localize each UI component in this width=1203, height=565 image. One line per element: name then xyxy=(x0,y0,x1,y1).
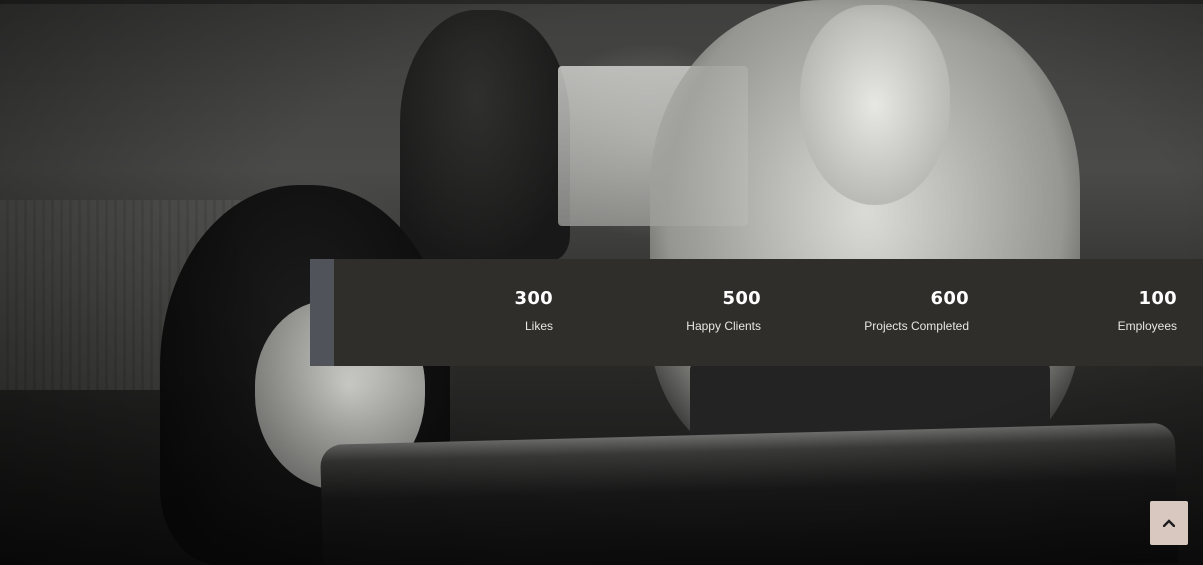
stat-employees: 100 Employees xyxy=(310,259,1177,366)
scroll-to-top-button[interactable] xyxy=(1150,501,1188,545)
hero-section: 300 Likes 500 Happy Clients 600 Projects… xyxy=(0,0,1203,565)
stat-label: Employees xyxy=(1117,319,1177,333)
stats-counter-band: 300 Likes 500 Happy Clients 600 Projects… xyxy=(310,259,1203,366)
chevron-up-icon xyxy=(1163,519,1175,527)
stat-value: 100 xyxy=(1138,288,1177,309)
